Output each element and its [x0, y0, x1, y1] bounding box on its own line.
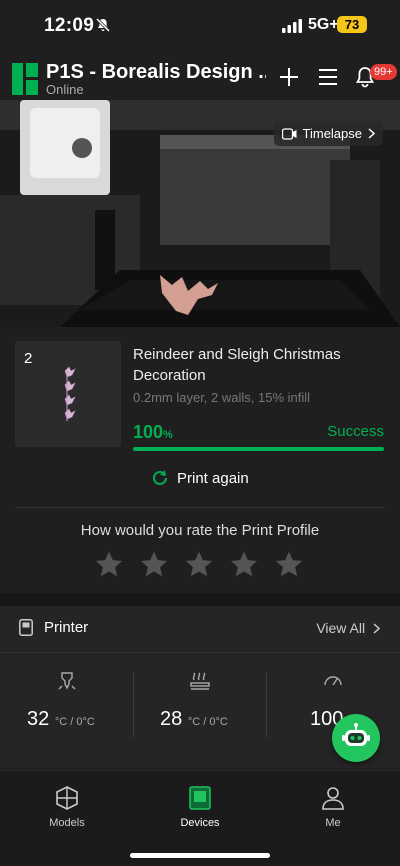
app-header: P1S - Borealis Design ... Online 99+	[0, 52, 400, 100]
tab-devices[interactable]: Devices	[160, 785, 240, 829]
printer-name[interactable]: P1S - Borealis Design ...	[46, 61, 266, 84]
home-indicator[interactable]	[130, 853, 270, 858]
star-icon[interactable]	[137, 549, 171, 581]
view-all-link[interactable]: View All	[316, 620, 381, 636]
user-icon	[322, 787, 344, 810]
progress-percent: 100%	[133, 422, 173, 442]
printer-device-icon	[189, 786, 211, 810]
chevron-right-icon	[373, 623, 381, 634]
printer-status: Online	[46, 82, 84, 97]
timelapse-button[interactable]: Timelapse	[273, 121, 383, 146]
tab-models-label: Models	[49, 817, 85, 829]
camera-feed[interactable]: Timelapse	[0, 100, 400, 327]
tab-me[interactable]: Me	[293, 785, 373, 829]
menu-icon[interactable]	[317, 66, 339, 88]
bell-slash-icon	[95, 17, 111, 33]
job-settings: 0.2mm layer, 2 walls, 15% infill	[133, 390, 311, 405]
robot-icon	[342, 723, 370, 746]
nozzle-temperature-icon	[58, 672, 76, 690]
print-again-label: Print again	[177, 469, 249, 487]
tab-devices-label: Devices	[180, 817, 220, 829]
bambu-logo-icon	[12, 63, 38, 95]
assistant-button[interactable]	[332, 714, 380, 762]
cube-grid-icon	[56, 786, 78, 810]
print-again-button[interactable]: Print again	[150, 468, 249, 488]
job-status: Success	[327, 423, 384, 440]
chevron-right-icon	[368, 128, 375, 139]
signal-icon	[282, 19, 302, 33]
printer-section-title: Printer	[44, 619, 89, 636]
speed-gauge-icon	[324, 676, 342, 686]
printer-doc-icon	[19, 619, 33, 636]
job-thumbnail[interactable]: 2	[15, 341, 121, 447]
battery-indicator: 73	[337, 16, 367, 33]
network-type: 5G+	[308, 16, 339, 33]
bed-temperature: 28 °C / 0°C	[160, 708, 228, 730]
status-bar: 12:09 5G+ 73	[0, 0, 400, 52]
view-all-label: View All	[316, 620, 366, 636]
divider	[133, 672, 134, 738]
divider	[15, 507, 385, 508]
star-icon[interactable]	[182, 549, 216, 581]
section-separator	[0, 593, 400, 606]
tab-me-label: Me	[325, 817, 341, 829]
bottom-tab-bar: Models Devices Me	[0, 770, 400, 866]
star-icon[interactable]	[227, 549, 261, 581]
tab-models[interactable]: Models	[27, 785, 107, 829]
notification-badge: 99+	[370, 64, 397, 80]
video-icon	[281, 127, 297, 140]
timelapse-label: Timelapse	[302, 126, 362, 141]
heatbed-icon	[190, 672, 210, 690]
divider	[266, 672, 267, 738]
star-icon[interactable]	[92, 549, 126, 581]
star-icon[interactable]	[272, 549, 306, 581]
plus-icon[interactable]	[278, 66, 300, 88]
refresh-icon	[153, 470, 167, 485]
progress-bar	[133, 447, 384, 451]
rating-stars	[92, 549, 306, 581]
nozzle-temperature: 32 °C / 0°C	[27, 708, 95, 730]
job-name: Reindeer and Sleigh Christmas Decoration	[133, 346, 341, 384]
divider	[0, 652, 400, 653]
rating-question: How would you rate the Print Profile	[80, 522, 320, 539]
progress-bar-fill	[133, 447, 384, 451]
plate-number: 2	[24, 350, 33, 367]
status-time: 12:09	[44, 15, 95, 36]
